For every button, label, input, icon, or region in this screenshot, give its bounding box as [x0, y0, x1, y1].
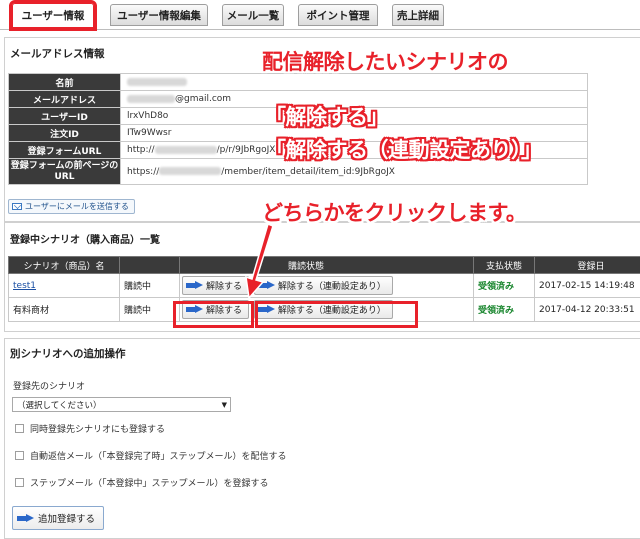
add-register-button[interactable]: 追加登録する — [12, 506, 105, 530]
checkbox-send-autoreply[interactable]: 自動返信メール（「本登録完了時」ステップメール）を配信する — [15, 449, 287, 462]
table-row: test1 購読中 解除する 解除する（連動設定あり） 受領済み 2017-02… — [8, 273, 640, 298]
info-key: 登録フォームの前ページのURL — [8, 158, 121, 185]
redacted-text — [159, 167, 222, 175]
tab-bar: ユーザー情報 ユーザー情報編集 メール一覧 ポイント管理 売上詳細 — [0, 0, 640, 31]
highlight-cancel-linked — [255, 301, 418, 328]
date-cell: 2017-02-15 14:19:48 — [534, 273, 640, 298]
info-key: メールアドレス — [8, 90, 121, 108]
checkbox[interactable] — [15, 451, 24, 460]
actions-cell: 解除する 解除する（連動設定あり） — [179, 273, 474, 298]
annotation-line-2: 「解除する」 — [265, 105, 389, 129]
checkbox[interactable] — [15, 478, 24, 487]
info-key: 注文ID — [8, 124, 121, 142]
col-registered-date: 登録日 — [534, 256, 640, 274]
select-value: （選択してください） — [17, 400, 102, 411]
info-key: 名前 — [8, 73, 121, 91]
redacted-text — [127, 77, 187, 86]
checkbox-register-step[interactable]: ステップメール（「本登録中」ステップメール）を登録する — [15, 476, 269, 489]
payment-cell: 受領済み — [473, 297, 535, 322]
arrow-right-icon — [186, 281, 203, 290]
tab-user-edit[interactable]: ユーザー情報編集 — [110, 4, 208, 26]
scenario-name-cell[interactable]: test1 — [8, 273, 120, 298]
col-scenario-name: シナリオ（商品）名 — [8, 256, 120, 274]
target-scenario-select[interactable]: （選択してください） ▼ — [12, 397, 231, 412]
annotation-line-3: 「解除する（連動設定あり）」 — [265, 138, 542, 162]
status-cell: 購読中 — [119, 273, 180, 298]
cancel-button[interactable]: 解除する — [182, 276, 250, 295]
annotation-line-1: 配信解除したいシナリオの — [262, 50, 509, 74]
redacted-text — [154, 145, 217, 154]
tab-point-manage[interactable]: ポイント管理 — [298, 4, 378, 26]
date-cell: 2017-04-12 20:33:51 — [534, 297, 640, 322]
info-value — [120, 73, 588, 91]
checkbox-label: 同時登録先シナリオにも登録する — [30, 425, 166, 435]
info-key: ユーザーID — [8, 107, 121, 125]
col-spacer — [119, 256, 180, 274]
highlight-cancel — [173, 301, 254, 328]
tab-user-info[interactable]: ユーザー情報 — [9, 0, 97, 31]
info-row-name: 名前 — [8, 73, 588, 91]
pointer-arrow-icon — [245, 222, 274, 300]
scenario-link[interactable]: test1 — [13, 281, 36, 291]
form-url-link[interactable]: http:// — [127, 145, 155, 155]
envelope-icon — [12, 203, 22, 210]
checkbox[interactable] — [15, 424, 24, 433]
checkbox-label: ステップメール（「本登録中」ステップメール）を登録する — [30, 479, 269, 489]
col-subscription-status: 購読状態 — [179, 256, 474, 274]
tab-mail-list[interactable]: メール一覧 — [222, 4, 284, 26]
status-cell: 購読中 — [119, 297, 180, 322]
add-register-label: 追加登録する — [38, 514, 96, 525]
dropdown-arrow-icon: ▼ — [221, 400, 227, 409]
mail-info-title: メールアドレス情報 — [10, 48, 105, 60]
scenario-name-cell: 有料商材 — [8, 297, 120, 322]
cancel-linked-label: 解除する（連動設定あり） — [277, 282, 386, 292]
redacted-text — [127, 94, 175, 103]
info-key: 登録フォームURL — [8, 141, 121, 159]
arrow-right-icon — [17, 513, 34, 523]
send-mail-label: ユーザーにメールを送信する — [25, 202, 129, 211]
checkbox-also-register[interactable]: 同時登録先シナリオにも登録する — [15, 422, 165, 435]
scenario-title: 登録中シナリオ（購入商品）一覧 — [10, 235, 160, 246]
target-scenario-label: 登録先のシナリオ — [13, 382, 86, 392]
tab-sales-detail[interactable]: 売上詳細 — [392, 4, 444, 26]
annotation-line-4: どちらかをクリックします。 — [262, 201, 527, 225]
add-ops-title: 別シナリオへの追加操作 — [10, 348, 126, 360]
scenario-header-row: シナリオ（商品）名 購読状態 支払状態 登録日 — [8, 256, 640, 274]
col-payment-status: 支払状態 — [473, 256, 535, 274]
prev-url-tail: /member/item_detail/item_id:9JbRgoJX — [221, 166, 395, 177]
send-mail-button[interactable]: ユーザーにメールを送信する — [8, 199, 135, 214]
prev-url-link[interactable]: https:// — [127, 167, 159, 177]
payment-cell: 受領済み — [473, 273, 535, 298]
cancel-label: 解除する — [206, 282, 243, 292]
checkbox-label: 自動返信メール（「本登録完了時」ステップメール）を配信する — [30, 452, 287, 462]
